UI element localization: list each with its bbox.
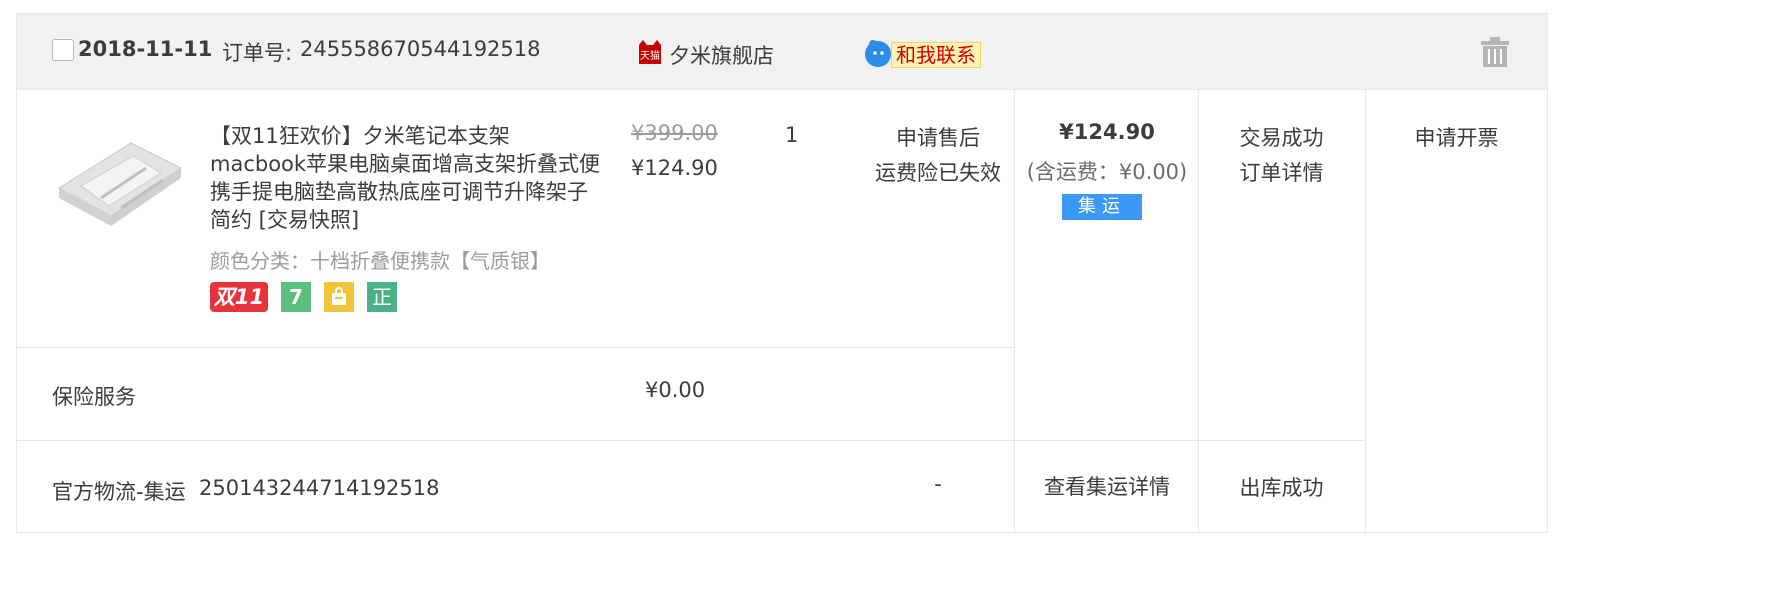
authentic-badge[interactable]: 正 (367, 282, 397, 312)
svg-text:天猫: 天猫 (640, 49, 660, 62)
shop-name-link[interactable]: 夕米旗舰店 (669, 40, 774, 70)
wangwang-icon[interactable] (863, 38, 893, 68)
request-invoice-link[interactable]: 申请开票 (1365, 122, 1548, 152)
seven-day-return-badge[interactable]: 7 (281, 282, 311, 312)
logistics-label: 官方物流-集运 (52, 480, 186, 504)
product-title-link[interactable]: 【双11狂欢价】夕米笔记本支架macbook苹果电脑桌面增高支架折叠式便携手提电… (210, 122, 602, 234)
logistics-number: 250143244714192518 (199, 476, 440, 500)
view-consolidation-detail-link[interactable]: 查看集运详情 (1015, 471, 1199, 501)
order-number-label: 订单号: (222, 41, 293, 65)
logistics-placeholder: - (934, 472, 942, 496)
original-price: ¥399.00 (631, 121, 718, 145)
order-total: ¥124.90 (1059, 120, 1155, 144)
order-number: 245558670544192518 (300, 37, 541, 61)
after-sale-link[interactable]: 申请售后 (853, 122, 1023, 152)
divider (1365, 90, 1366, 534)
order-checkbox[interactable] (52, 39, 74, 61)
insurance-price: ¥0.00 (645, 378, 706, 402)
logistics-status: 出库成功 (1239, 476, 1324, 500)
contact-seller-button[interactable]: 和我联系 (891, 42, 981, 68)
divider (17, 440, 1365, 441)
double11-badge[interactable]: 双11 (210, 282, 268, 312)
product-sku: 颜色分类：十档折叠便携款【气质银】 (210, 249, 550, 273)
divider (17, 347, 1014, 348)
trade-status: 交易成功 (1239, 126, 1324, 150)
tmall-cat-icon: 天猫 (639, 40, 661, 64)
service-badges: 双11 7 正 (210, 282, 397, 312)
consolidated-shipping-badge: 集运 (1062, 194, 1142, 220)
order-card: 2018-11-11 订单号: 245558670544192518 天猫 夕米… (16, 13, 1548, 534)
insurance-label: 保险服务 (52, 385, 136, 409)
trash-icon[interactable] (1480, 36, 1510, 68)
unit-price: ¥124.90 (631, 156, 718, 180)
shipping-fee: (含运费：¥0.00) (1026, 160, 1188, 184)
order-header: 2018-11-11 订单号: 245558670544192518 天猫 夕米… (17, 14, 1547, 90)
quantity: 1 (785, 123, 799, 147)
product-image[interactable] (51, 128, 191, 248)
shopping-bag-badge-icon[interactable] (324, 282, 354, 312)
order-detail-link[interactable]: 订单详情 (1198, 157, 1365, 187)
freight-insurance-status: 运费险已失效 (875, 161, 1001, 185)
order-date: 2018-11-11 (78, 37, 213, 61)
